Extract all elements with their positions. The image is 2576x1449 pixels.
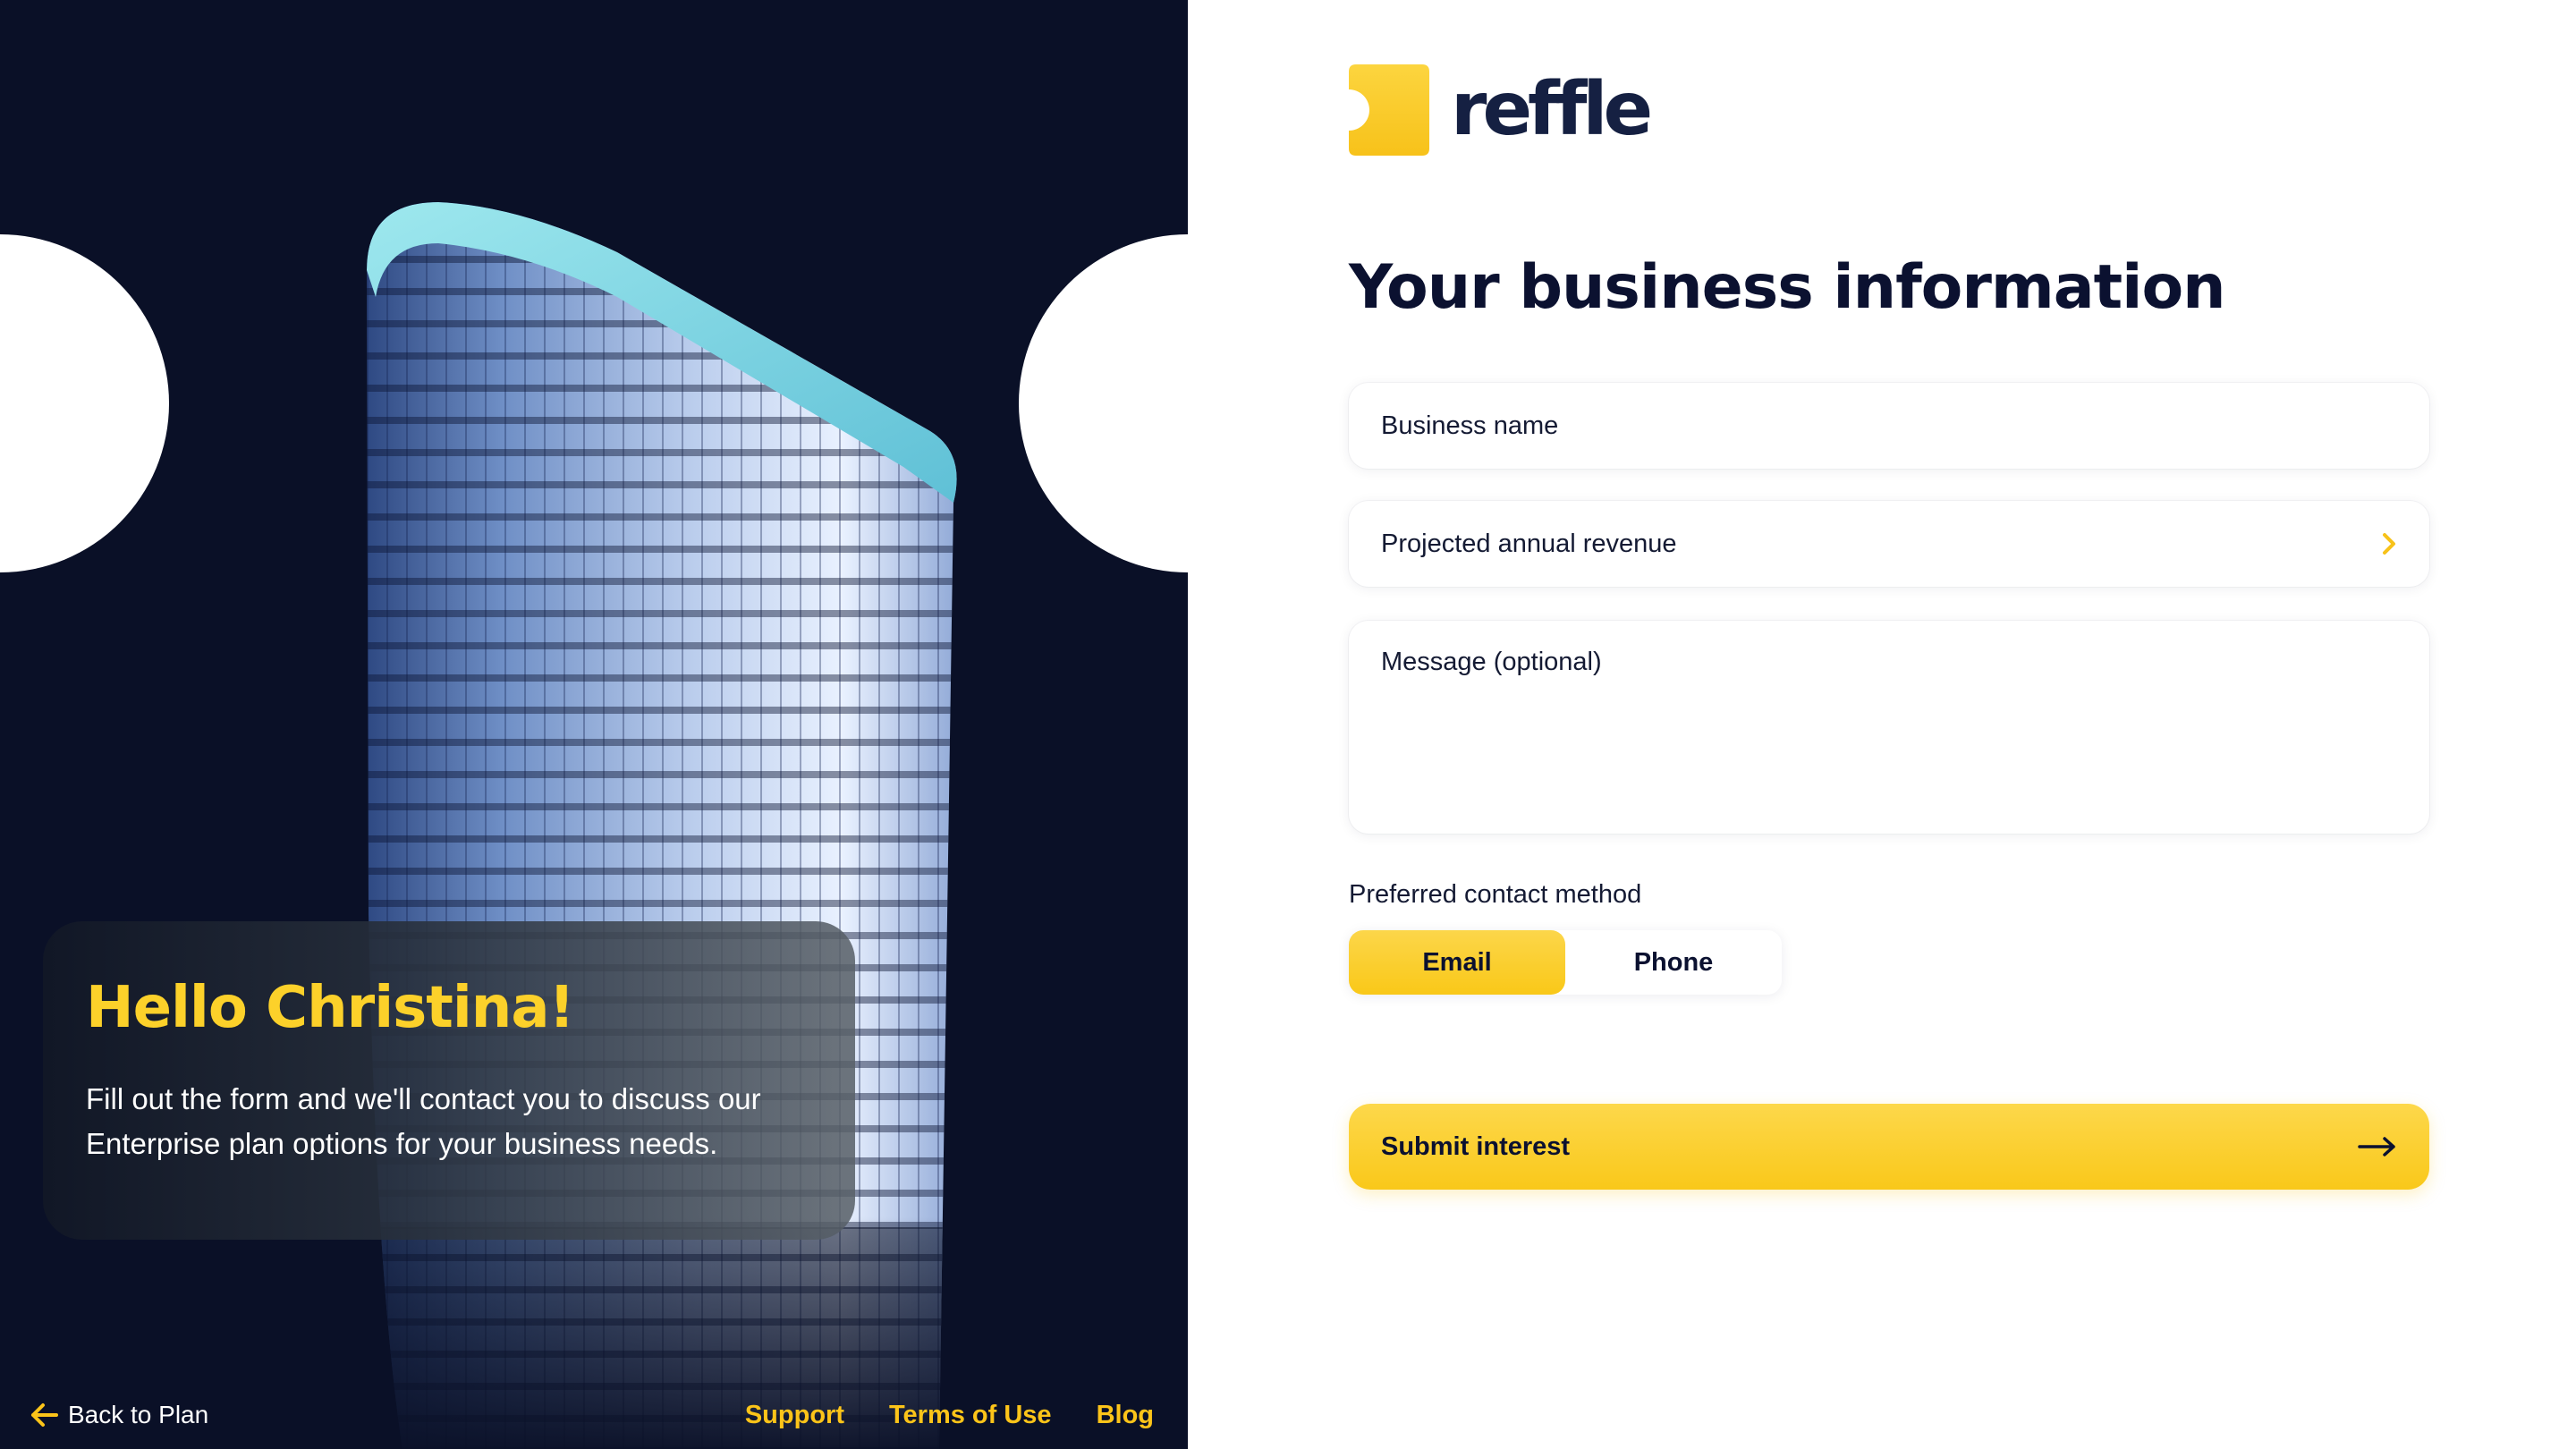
back-to-plan-label: Back to Plan <box>68 1401 209 1428</box>
panel-notch-left <box>0 234 169 572</box>
panel-notch-right <box>1019 234 1188 572</box>
revenue-placeholder: Projected annual revenue <box>1381 529 1677 558</box>
submit-label: Submit interest <box>1381 1131 1571 1161</box>
hero-panel: Hello Christina! Fill out the form and w… <box>0 0 1188 1449</box>
logo-mark-icon <box>1349 64 1429 156</box>
message-input[interactable] <box>1381 648 2397 809</box>
welcome-card: Hello Christina! Fill out the form and w… <box>43 921 855 1240</box>
page-title: Your business information <box>1349 252 2226 323</box>
arrow-left-icon <box>31 1403 58 1427</box>
welcome-message: Fill out the form and we'll contact you … <box>86 1082 761 1160</box>
footer-links: Support Terms of Use Blog <box>745 1401 1154 1430</box>
back-to-plan-link[interactable]: Back to Plan <box>30 1401 208 1429</box>
contact-method-label: Preferred contact method <box>1349 880 1642 909</box>
arrow-right-icon <box>2358 1137 2395 1157</box>
logo-wordmark: reffle <box>1451 67 1653 152</box>
contact-option-email[interactable]: Email <box>1349 930 1565 995</box>
welcome-title: Hello Christina! <box>86 975 575 1041</box>
submit-interest-button[interactable]: Submit interest <box>1349 1104 2429 1190</box>
message-field[interactable] <box>1349 621 2429 834</box>
revenue-select[interactable]: Projected annual revenue <box>1349 501 2429 587</box>
blog-link[interactable]: Blog <box>1097 1401 1154 1430</box>
contact-option-phone[interactable]: Phone <box>1565 930 1782 995</box>
business-name-field[interactable] <box>1349 383 2429 469</box>
terms-link[interactable]: Terms of Use <box>889 1401 1052 1430</box>
support-link[interactable]: Support <box>745 1401 844 1430</box>
business-name-input[interactable] <box>1381 411 2397 441</box>
brand-logo: reffle <box>1349 64 1653 156</box>
contact-method-toggle: Email Phone <box>1349 930 1782 995</box>
chevron-right-icon <box>2383 533 2395 555</box>
